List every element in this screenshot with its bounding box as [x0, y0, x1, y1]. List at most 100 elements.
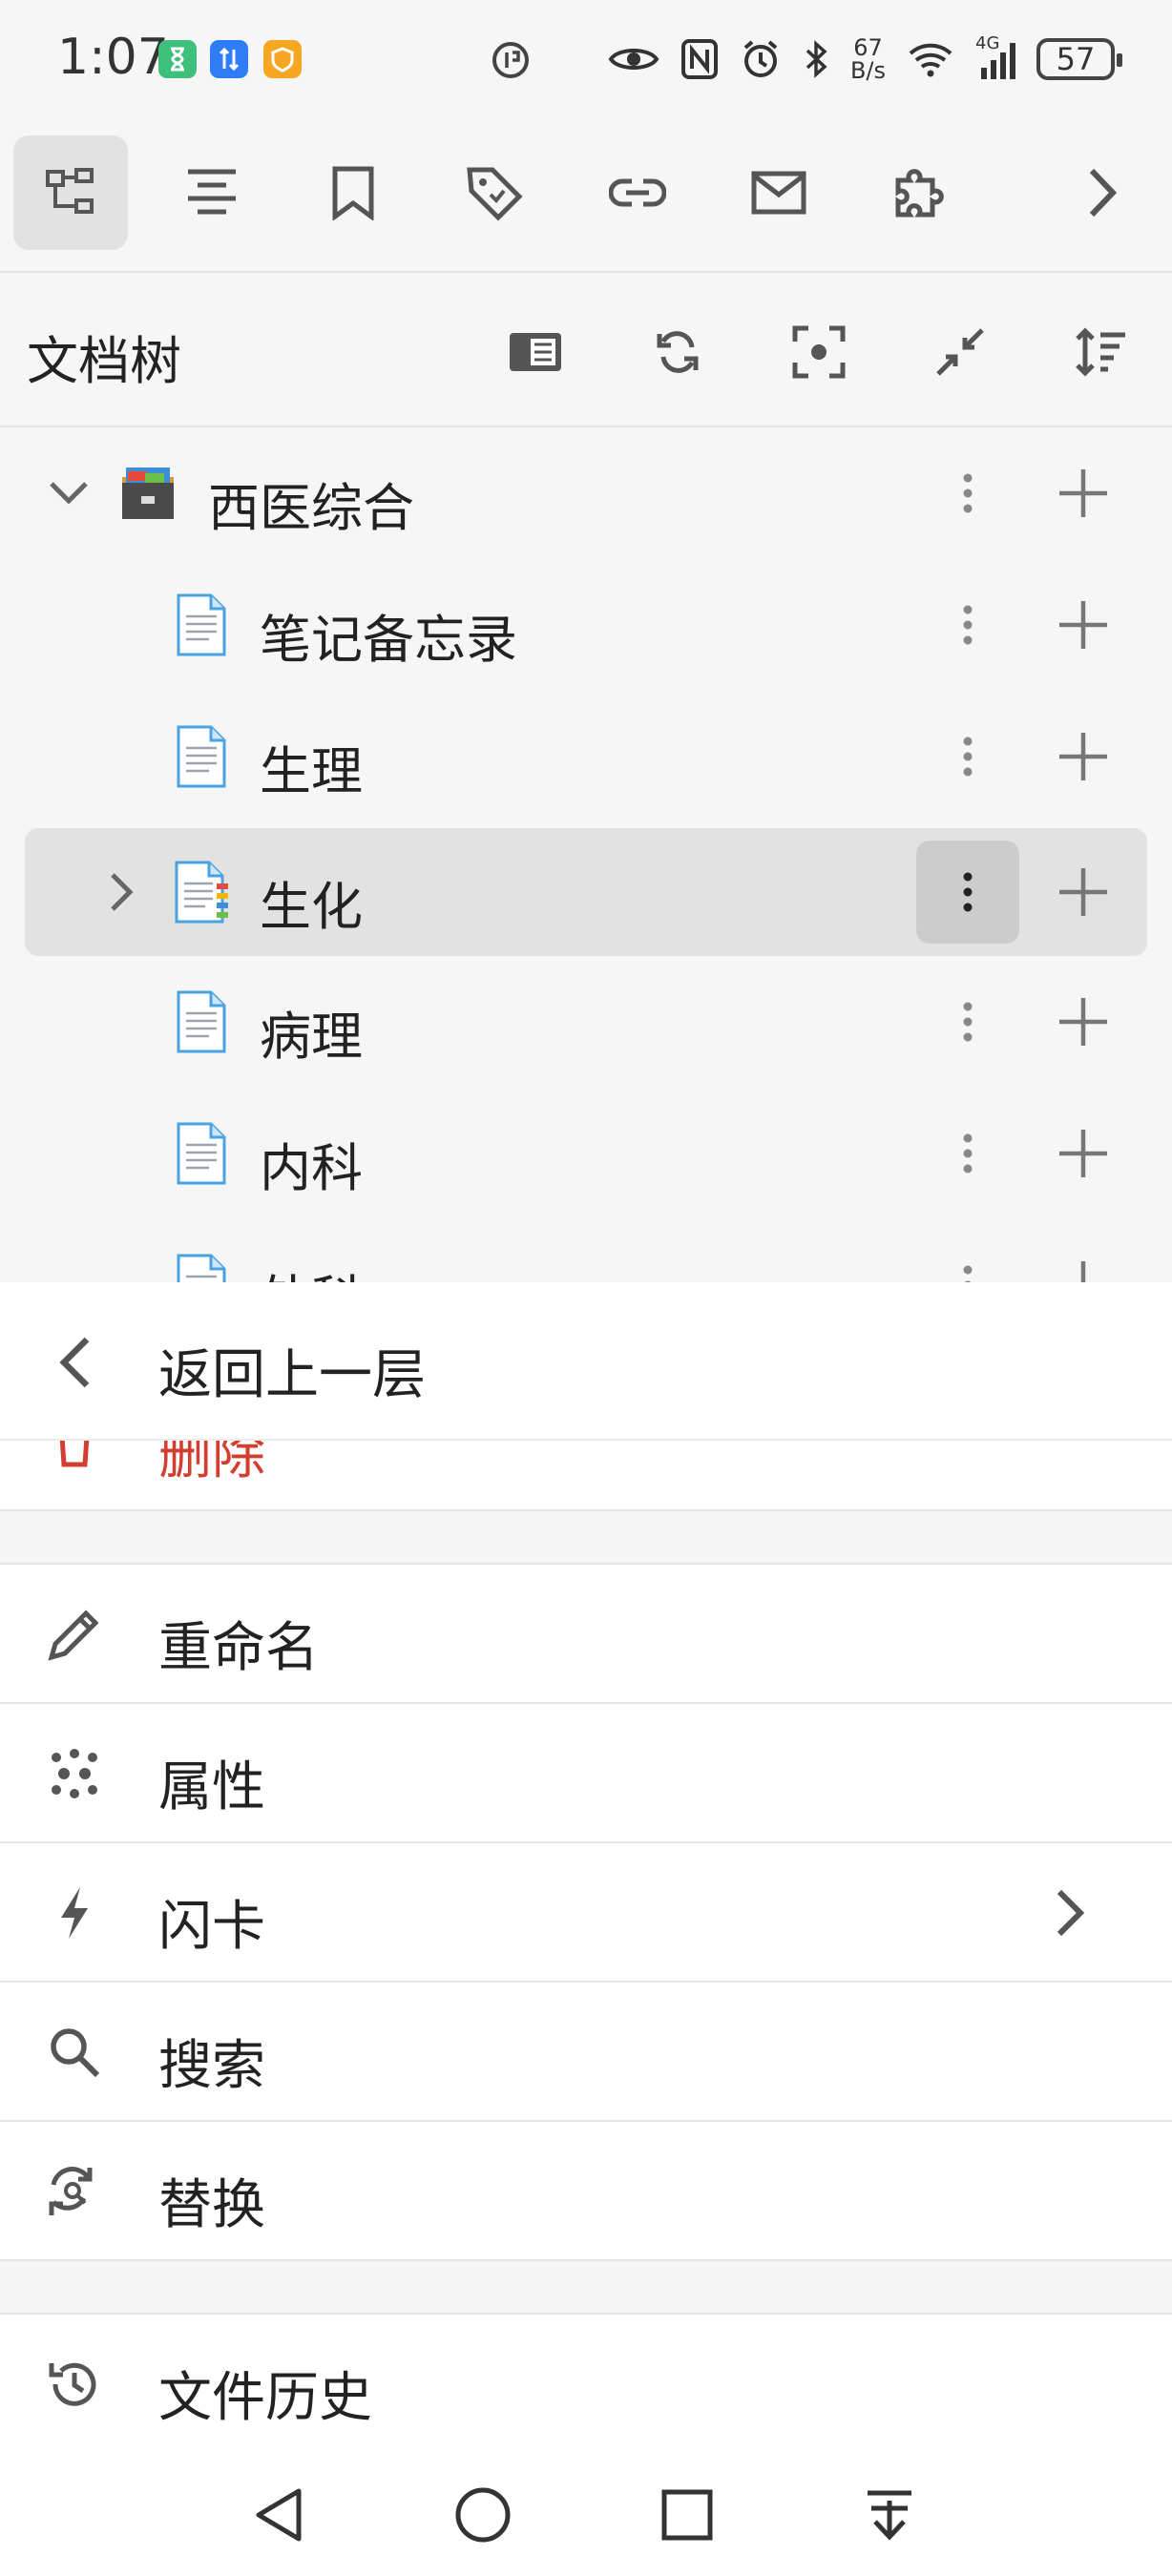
system-nav-bar [0, 2454, 1172, 2576]
refresh-button[interactable] [644, 319, 711, 385]
chevron-right-icon [1089, 168, 1118, 218]
shield-app-icon [263, 40, 302, 78]
plus-icon [1059, 601, 1107, 649]
tag-icon [467, 167, 523, 221]
menu-back-label: 返回上一层 [158, 1344, 426, 1406]
file-tree-button[interactable] [13, 135, 128, 250]
bluetooth-icon [806, 40, 827, 78]
menu-item-attributes[interactable]: 属性 [0, 1704, 1172, 1843]
plugin-button[interactable] [863, 135, 977, 250]
replace-icon [44, 2161, 105, 2222]
mail-icon [751, 171, 806, 215]
more-button[interactable] [916, 573, 1019, 676]
locate-icon [792, 325, 846, 379]
locate-button[interactable] [785, 319, 852, 385]
more-button[interactable] [916, 1102, 1019, 1205]
chevron-left-icon [44, 1332, 105, 1393]
tag-button[interactable] [437, 135, 552, 250]
doc-context-menu: 删除 重命名 属性 闪卡 搜索 替换 文件历史 返回上一层 [0, 1282, 1172, 2484]
more-button[interactable] [916, 705, 1019, 808]
menu-item-replace[interactable]: 替换 [0, 2122, 1172, 2261]
menu-item-rename[interactable]: 重命名 [0, 1565, 1172, 1704]
more-button-active[interactable] [916, 841, 1019, 944]
triangle-back-icon [256, 2488, 302, 2542]
bookmark-icon [332, 166, 374, 220]
menu-label: 替换 [158, 2174, 265, 2236]
nav-home-button[interactable] [443, 2475, 523, 2555]
notebook-box-icon [115, 460, 181, 527]
tree-doc-row[interactable]: 外科 [0, 1221, 1172, 1282]
expand-toggle[interactable] [40, 465, 97, 522]
document-icon [168, 723, 235, 790]
file-tree-header: 文档树 [0, 273, 1172, 427]
hourglass-app-icon [158, 40, 197, 78]
circle-home-icon [455, 2487, 511, 2543]
plus-icon [1059, 469, 1107, 517]
dock-toolbar [0, 118, 1172, 273]
menu-separator [0, 1511, 1172, 1565]
add-doc-button[interactable] [1050, 723, 1117, 790]
menu-back-button[interactable]: 返回上一层 [0, 1282, 1172, 1441]
link-icon [609, 178, 666, 207]
add-doc-button[interactable] [1050, 988, 1117, 1055]
add-doc-button[interactable] [1050, 460, 1117, 527]
menu-item-file-history[interactable]: 文件历史 [0, 2315, 1172, 2454]
tree-notebook-row[interactable]: 西医综合 [0, 429, 1172, 557]
file-tree-panel: 文档树 西医综合 笔记备忘录 生理 生化 病理 内科 [0, 273, 1172, 1282]
add-doc-button[interactable] [1050, 1252, 1117, 1282]
backlink-button[interactable] [580, 135, 695, 250]
plus-icon [1059, 733, 1107, 780]
status-bar: 1:07 67 B/s 4G 57 [0, 0, 1172, 118]
transfer-app-icon [210, 40, 248, 78]
plus-icon [1080, 1261, 1086, 1282]
menu-item-flashcard[interactable]: 闪卡 [0, 1843, 1172, 1983]
net-speed-unit: B/s [849, 57, 886, 84]
more-button[interactable] [916, 970, 1019, 1073]
menu-item-search[interactable]: 搜索 [0, 1983, 1172, 2122]
nfc-icon [680, 39, 718, 79]
more-vertical-icon [963, 872, 973, 912]
dock-more-button[interactable] [1044, 135, 1159, 250]
doc-label: 生理 [260, 741, 363, 801]
more-vertical-icon [963, 1133, 973, 1174]
doc-label: 外科 [260, 1257, 363, 1282]
tree-doc-row[interactable]: 内科 [0, 1090, 1172, 1217]
chevron-right-icon [111, 873, 134, 911]
history-icon [44, 2354, 105, 2415]
more-button[interactable] [916, 442, 1019, 545]
sort-button[interactable] [1068, 319, 1135, 385]
battery-indicator: 57 [1036, 38, 1122, 80]
doc-label: 笔记备忘录 [260, 610, 517, 670]
expand-toggle[interactable] [94, 863, 151, 921]
more-vertical-icon [963, 473, 973, 513]
battery-level: 57 [1056, 41, 1096, 77]
tree-doc-row[interactable]: 生理 [0, 693, 1172, 821]
plus-icon [1059, 868, 1107, 916]
menu-separator [0, 2261, 1172, 2315]
search-icon [44, 2022, 105, 2083]
tree-doc-row[interactable]: 笔记备忘录 [0, 561, 1172, 689]
plus-icon [1059, 1130, 1107, 1177]
inbox-button[interactable] [722, 135, 836, 250]
notebook-label: 西医综合 [208, 478, 414, 538]
more-button[interactable] [916, 1234, 1019, 1282]
menu-label: 搜索 [158, 2035, 265, 2097]
doc-label: 内科 [260, 1138, 363, 1198]
nav-notification-button[interactable] [849, 2475, 930, 2555]
add-doc-button[interactable] [1050, 1120, 1117, 1187]
add-doc-button[interactable] [1050, 859, 1117, 925]
add-doc-button[interactable] [1050, 592, 1117, 658]
tree-doc-row[interactable]: 病理 [0, 958, 1172, 1086]
file-tree-title: 文档树 [27, 331, 181, 391]
tree-doc-row-selected[interactable]: 生化 [0, 828, 1172, 956]
doc-label: 生化 [260, 877, 363, 937]
focus-panel-button[interactable] [502, 319, 569, 385]
outline-button[interactable] [155, 135, 269, 250]
lightning-icon [44, 1882, 105, 1943]
collapse-icon [936, 328, 984, 376]
nav-recents-button[interactable] [647, 2475, 727, 2555]
collapse-all-button[interactable] [927, 319, 994, 385]
nav-back-button[interactable] [239, 2475, 319, 2555]
document-with-children-icon [168, 859, 235, 925]
bookmark-button[interactable] [296, 135, 410, 250]
